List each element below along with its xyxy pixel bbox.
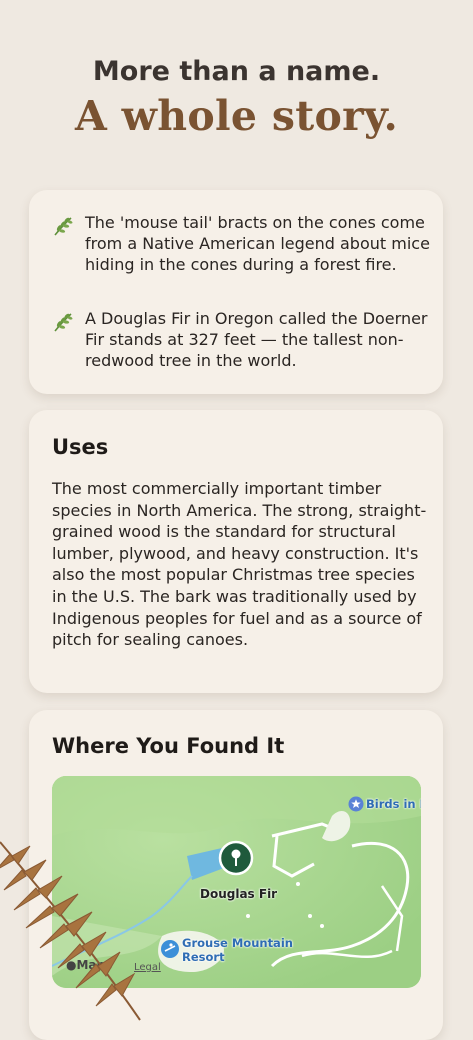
fern-decoration-icon: [0, 841, 141, 1021]
ski-resort-icon: [161, 940, 179, 958]
uses-card: Uses The most commercially important tim…: [29, 410, 443, 693]
facts-card: The 'mouse tail' bracts on the cones com…: [29, 190, 443, 394]
headline-line-1: More than a name.: [92, 56, 381, 87]
poi-label-line: Grouse Mountain: [182, 936, 293, 950]
poi-label-line: Resort: [182, 950, 225, 964]
poi-label-birds[interactable]: Birds in M: [366, 797, 421, 811]
leaf-icon: [54, 313, 73, 332]
headline-line-2: A whole story.: [74, 92, 399, 140]
fact-text: A Douglas Fir in Oregon called the Doern…: [85, 309, 428, 370]
where-found-title: Where You Found It: [52, 734, 285, 758]
uses-title: Uses: [52, 435, 109, 459]
pin-label: Douglas Fir: [200, 887, 278, 901]
fact-text: The 'mouse tail' bracts on the cones com…: [85, 213, 430, 274]
star-poi-icon: [348, 796, 364, 812]
poi-label-grouse-mountain[interactable]: Grouse Mountain Resort: [182, 936, 293, 964]
map-pin-icon[interactable]: [218, 840, 254, 880]
leaf-icon: [54, 217, 73, 236]
uses-body: The most commercially important timber s…: [52, 479, 427, 650]
